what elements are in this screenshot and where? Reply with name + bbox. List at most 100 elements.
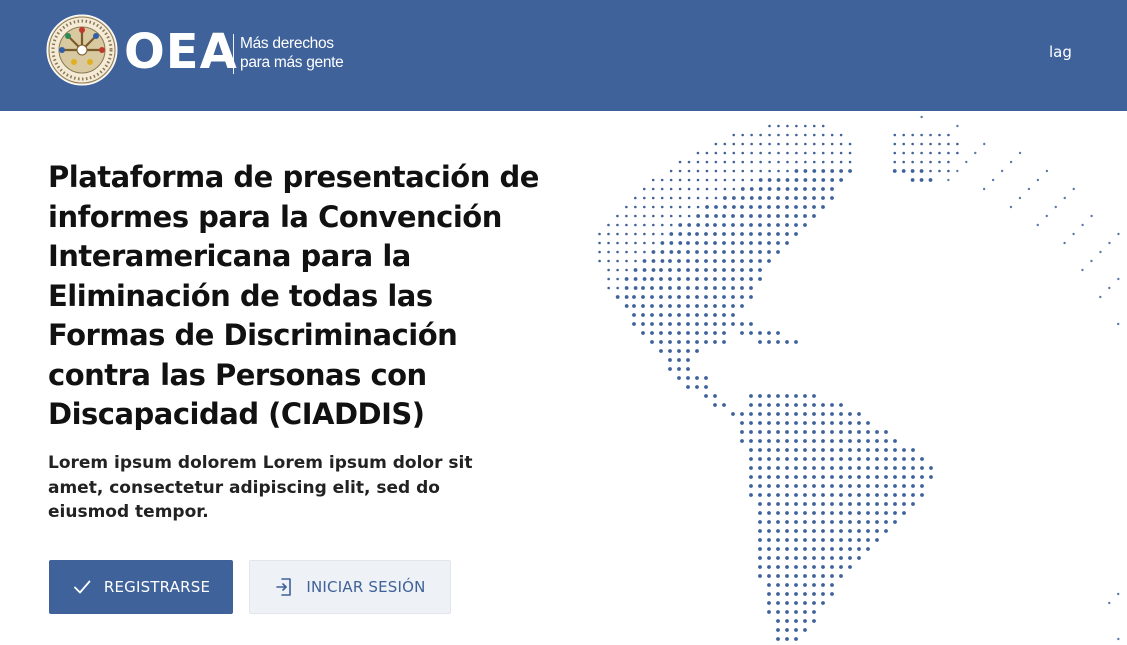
- globe-dot: [848, 520, 852, 524]
- globe-dot: [767, 412, 771, 416]
- globe-dot: [776, 583, 780, 587]
- globe-dot: [731, 313, 735, 317]
- globe-dot: [731, 322, 735, 326]
- globe-dot: [1027, 187, 1031, 191]
- globe-dot: [677, 376, 681, 380]
- globe-dot: [686, 313, 690, 317]
- globe-dot: [713, 313, 717, 317]
- globe-dot: [848, 169, 852, 173]
- globe-dot: [1072, 232, 1075, 236]
- globe-dot: [821, 124, 825, 128]
- globe-dot: [830, 403, 834, 407]
- globe-dot: [821, 547, 825, 551]
- globe-dot: [758, 421, 762, 425]
- globe-dot: [938, 169, 941, 173]
- globe-dot: [785, 511, 789, 515]
- globe-dot: [794, 511, 798, 515]
- globe-dot: [642, 268, 647, 272]
- globe-dot: [668, 295, 672, 299]
- globe-dot: [812, 610, 816, 614]
- globe-dot: [641, 331, 645, 335]
- globe-dot: [767, 475, 771, 479]
- globe-dot: [767, 601, 771, 605]
- globe-dot: [776, 511, 780, 515]
- globe-dot: [607, 286, 610, 290]
- globe-dot: [767, 466, 771, 470]
- globe-dot: [830, 547, 834, 551]
- globe-dot: [651, 259, 656, 263]
- globe-dot: [857, 475, 861, 479]
- globe-dot: [598, 250, 601, 254]
- globe-dot: [776, 196, 780, 200]
- globe-dot: [732, 169, 736, 173]
- globe-dot: [749, 466, 753, 470]
- globe-dot: [848, 547, 852, 551]
- globe-dot: [1099, 295, 1102, 299]
- globe-dot: [830, 583, 834, 587]
- globe-dot: [956, 124, 959, 128]
- globe-dot: [723, 160, 727, 164]
- dotted-globe-illustration: [598, 115, 1120, 641]
- globe-dot: [641, 322, 645, 326]
- globe-dot: [677, 340, 681, 344]
- globe-dot: [884, 520, 888, 524]
- globe-dot: [812, 124, 816, 128]
- globe-dot: [785, 565, 789, 569]
- globe-dot: [848, 475, 852, 479]
- globe-dot: [615, 295, 620, 299]
- globe-dot: [696, 205, 700, 209]
- language-link[interactable]: lag: [1049, 42, 1072, 62]
- globe-dot: [803, 556, 807, 560]
- globe-dot: [803, 412, 807, 416]
- globe-dot: [830, 448, 834, 452]
- globe-dot: [686, 250, 690, 254]
- globe-dot: [794, 610, 798, 614]
- login-button[interactable]: INICIAR SESIÓN: [249, 560, 451, 614]
- globe-dot: [848, 151, 852, 155]
- globe-dot: [607, 223, 610, 227]
- globe-dot: [803, 187, 807, 191]
- globe-dot: [678, 214, 682, 218]
- globe-dot: [705, 169, 709, 173]
- globe-dot: [893, 520, 897, 524]
- globe-dot: [758, 520, 762, 524]
- globe-dot: [607, 259, 610, 263]
- globe-dot: [776, 592, 780, 596]
- globe-dot: [677, 322, 681, 326]
- globe-dot: [776, 187, 781, 191]
- register-button[interactable]: REGISTRARSE: [49, 560, 233, 614]
- globe-dot: [821, 151, 825, 155]
- globe-dot: [713, 259, 717, 263]
- globe-dot: [965, 160, 968, 164]
- globe-dot: [740, 205, 744, 209]
- globe-dot: [713, 304, 717, 308]
- globe-dot: [812, 430, 816, 434]
- globe-dot: [794, 565, 798, 569]
- globe-dot: [643, 250, 646, 254]
- globe-dot: [794, 583, 798, 587]
- globe-dot: [749, 475, 753, 479]
- globe-dot: [677, 304, 681, 308]
- globe-dot: [767, 178, 772, 182]
- page-title: Plataforma de presentación de informes p…: [48, 160, 539, 431]
- globe-dot: [722, 286, 726, 290]
- globe-dot: [857, 556, 861, 560]
- globe-dot: [956, 169, 959, 173]
- globe-dot: [848, 448, 852, 452]
- globe-dot: [794, 187, 798, 191]
- globe-dot: [722, 295, 726, 299]
- globe-dot: [740, 277, 744, 281]
- globe-dot: [911, 502, 915, 506]
- globe-dot: [767, 439, 771, 443]
- globe-dot: [812, 421, 816, 425]
- globe-dot: [947, 151, 950, 155]
- globe-dot: [839, 574, 843, 578]
- globe-dot: [776, 565, 780, 569]
- globe-dot: [695, 331, 699, 335]
- globe-dot: [732, 133, 736, 137]
- globe-dot: [830, 430, 834, 434]
- globe-dot: [722, 331, 726, 335]
- globe-dot: [749, 412, 753, 416]
- globe-dot: [650, 322, 654, 326]
- globe-dot: [624, 295, 629, 299]
